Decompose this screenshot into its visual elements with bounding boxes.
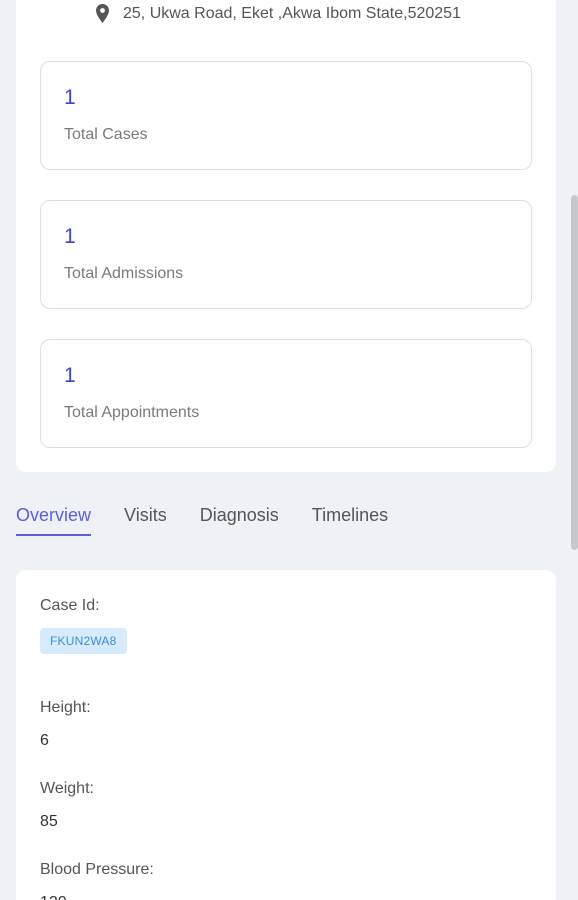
stat-label: Total Admissions	[64, 265, 184, 282]
overview-card: Case Id: FKUN2WA8 Height: 6 Weight: 85 B…	[16, 570, 556, 900]
height-label: Height:	[40, 699, 91, 716]
tab-timelines[interactable]: Timelines	[312, 505, 388, 536]
stat-value: 1	[64, 86, 76, 109]
tab-overview[interactable]: Overview	[16, 505, 92, 536]
stat-value: 1	[64, 225, 76, 248]
stat-value: 1	[64, 364, 76, 387]
stat-label: Total Appointments	[64, 404, 200, 421]
weight-value: 85	[40, 813, 58, 830]
blood-pressure-label: Blood Pressure:	[40, 861, 154, 878]
address-row: 25, Ukwa Road, Eket ,Akwa Ibom State,520…	[96, 4, 461, 23]
height-value: 6	[40, 732, 49, 749]
location-pin-icon	[96, 4, 109, 23]
stat-card-total-admissions[interactable]: 1 Total Admissions	[40, 200, 532, 309]
stat-card-total-cases[interactable]: 1 Total Cases	[40, 61, 532, 170]
tab-diagnosis[interactable]: Diagnosis	[200, 505, 279, 536]
patient-detail-page: 25, Ukwa Road, Eket ,Akwa Ibom State,520…	[0, 0, 578, 900]
stat-label: Total Cases	[64, 126, 148, 143]
weight-label: Weight:	[40, 780, 94, 797]
blood-pressure-value: 120	[40, 894, 67, 900]
case-id-badge: FKUN2WA8	[40, 628, 127, 654]
page-scrollbar[interactable]	[571, 195, 578, 550]
case-id-label: Case Id:	[40, 597, 100, 614]
address-text: 25, Ukwa Road, Eket ,Akwa Ibom State,520…	[123, 4, 461, 22]
detail-tabs: Overview Visits Diagnosis Timelines	[16, 505, 421, 536]
stat-card-total-appointments[interactable]: 1 Total Appointments	[40, 339, 532, 448]
tab-visits[interactable]: Visits	[124, 505, 167, 536]
